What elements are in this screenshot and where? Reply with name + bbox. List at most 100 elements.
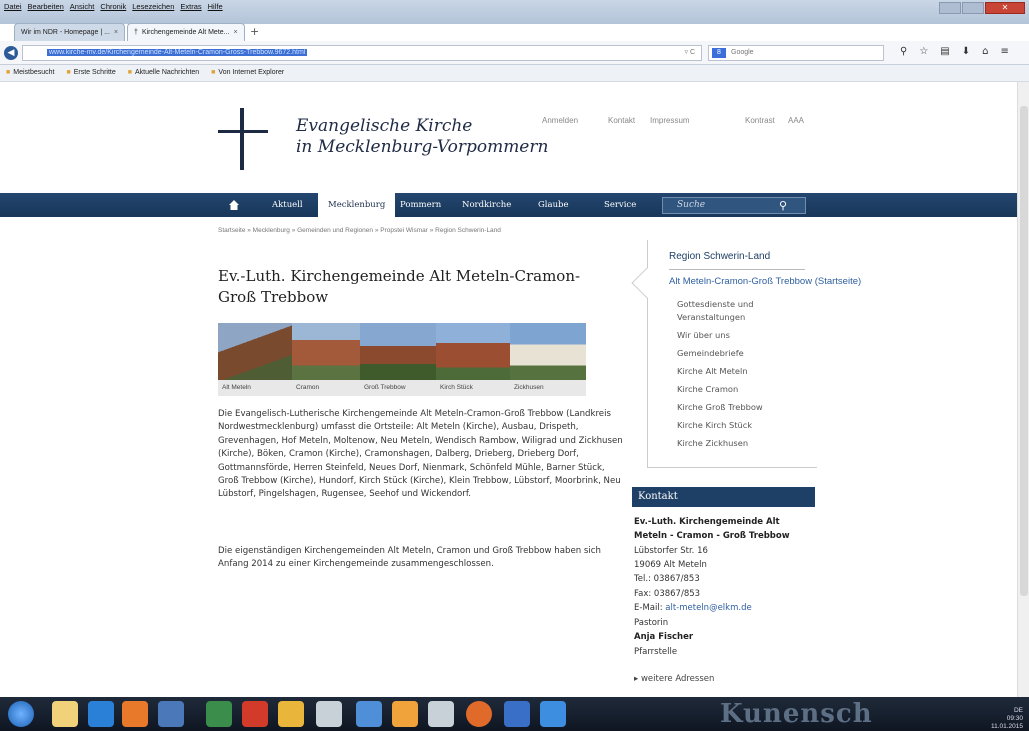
subnav-item-zickhusen[interactable]: Kirche Zickhusen [677, 437, 797, 450]
site-search-input[interactable]: Suche ⚲ [662, 197, 806, 214]
subnav-item-gottesdienste[interactable]: Gottesdienste und Veranstaltungen [677, 298, 797, 324]
subnav-item-cramon[interactable]: Kirche Cramon [677, 383, 797, 396]
email-link[interactable]: alt-meteln@elkm.de [665, 603, 751, 613]
breadcrumb[interactable]: Startseite » Mecklenburg » Gemeinden und… [218, 227, 501, 234]
contact-link[interactable]: Kontakt [608, 116, 635, 125]
desktop-background-text: Kunensch [720, 699, 873, 729]
tab-ndr[interactable]: Wir im NDR - Homepage | ... × [14, 23, 126, 42]
menu-datei[interactable]: Datei [4, 2, 22, 14]
photo-gross-trebbow[interactable]: Groß Trebbow [360, 323, 436, 396]
church-photo [510, 323, 586, 380]
close-button[interactable]: ✕ [985, 2, 1025, 14]
contrast-link[interactable]: Kontrast [745, 116, 775, 125]
subnav-item-gross-trebbow[interactable]: Kirche Groß Trebbow [677, 401, 797, 414]
site-title[interactable]: Evangelische Kirche in Mecklenburg-Vorpo… [296, 116, 548, 158]
photo-kirch-stueck[interactable]: Kirch Stück [436, 323, 510, 396]
app-icon[interactable] [392, 701, 418, 727]
file-explorer-icon[interactable] [52, 701, 78, 727]
nav-nordkirche[interactable]: Nordkirche [462, 193, 511, 217]
tab-kirchengemeinde[interactable]: † Kirchengemeinde Alt Mete... × [127, 23, 245, 41]
intro-paragraph: Die Evangelisch-Lutherische Kirchengemei… [218, 409, 623, 500]
firefox-icon[interactable] [466, 701, 492, 727]
photo-zickhusen[interactable]: Zickhusen [510, 323, 586, 396]
cross-logo-icon[interactable] [218, 108, 268, 170]
app-icon[interactable] [356, 701, 382, 727]
download-icon[interactable]: ⬇ [962, 46, 970, 57]
app-icon[interactable] [278, 701, 304, 727]
search-icon[interactable]: ⚲ [779, 198, 787, 213]
scrollbar-thumb[interactable] [1020, 106, 1028, 596]
page-scrollbar[interactable] [1017, 82, 1029, 697]
internet-explorer-icon[interactable] [540, 701, 566, 727]
navigation-toolbar: ◀ www.kirche-mv.de/Kirchengemeinde-Alt-M… [0, 41, 1029, 65]
system-tray[interactable]: DE 09:30 11.01.2015 [991, 707, 1023, 731]
search-icon[interactable]: ⚲ [900, 46, 907, 57]
menu-ansicht[interactable]: Ansicht [70, 2, 95, 14]
menu-extras[interactable]: Extras [180, 2, 201, 14]
nav-service[interactable]: Service [604, 193, 636, 217]
bookmarks-menu-icon[interactable]: ▤ [940, 46, 949, 57]
photo-alt-meteln[interactable]: Alt Meteln [218, 323, 292, 396]
minimize-button[interactable] [939, 2, 961, 14]
subnav-current-page[interactable]: Alt Meteln-Cramon-Groß Trebbow (Startsei… [669, 276, 861, 287]
subnav-item-alt-meteln[interactable]: Kirche Alt Meteln [677, 365, 797, 378]
menu-bearbeiten[interactable]: Bearbeiten [28, 2, 64, 14]
home-icon[interactable] [228, 199, 240, 211]
bookmark-star-icon[interactable]: ☆ [919, 46, 928, 57]
home-icon[interactable]: ⌂ [982, 46, 988, 57]
bookmark-internet-explorer[interactable]: Von Internet Explorer [211, 65, 284, 81]
start-button[interactable] [8, 701, 34, 727]
login-link[interactable]: Anmelden [542, 116, 578, 125]
app-icon[interactable] [316, 701, 342, 727]
merger-paragraph: Die eigenständigen Kirchengemeinden Alt … [218, 546, 601, 570]
menu-hilfe[interactable]: Hilfe [208, 2, 223, 14]
nav-aktuell[interactable]: Aktuell [272, 193, 303, 217]
app-icon[interactable] [428, 701, 454, 727]
subnav-item-kirch-stueck[interactable]: Kirche Kirch Stück [677, 419, 797, 432]
search-bar[interactable]: 8 Google [708, 45, 884, 61]
church-photo [218, 323, 292, 380]
language-indicator[interactable]: DE [991, 707, 1023, 715]
subnav-item-wir-ueber-uns[interactable]: Wir über uns [677, 329, 797, 342]
menu-icon[interactable]: ≡ [1001, 46, 1009, 57]
menu-chronik[interactable]: Chronik [100, 2, 126, 14]
contact-person: Anja Fischer [634, 632, 694, 642]
reload-icon[interactable]: ▿ C [684, 46, 695, 60]
site-title-line1: Evangelische Kirche [296, 116, 473, 136]
menu-bar: Datei Bearbeiten Ansicht Chronik Lesezei… [0, 2, 223, 14]
photo-cramon[interactable]: Cramon [292, 323, 360, 396]
contact-header: Kontakt [632, 487, 815, 507]
url-bar[interactable]: www.kirche-mv.de/Kirchengemeinde-Alt-Met… [22, 45, 702, 61]
excel-icon[interactable] [206, 701, 232, 727]
nav-mecklenburg[interactable]: Mecklenburg [318, 193, 396, 217]
back-button[interactable]: ◀ [4, 46, 18, 60]
region-title[interactable]: Region Schwerin-Land [669, 251, 770, 262]
menu-lesezeichen[interactable]: Lesezeichen [132, 2, 174, 14]
imprint-link[interactable]: Impressum [650, 116, 690, 125]
bookmark-aktuelle-nachrichten[interactable]: Aktuelle Nachrichten [128, 65, 199, 81]
contact-name-line1: Ev.-Luth. Kirchengemeinde Alt [634, 517, 780, 527]
new-tab-button[interactable]: + [247, 23, 263, 41]
nav-glaube[interactable]: Glaube [538, 193, 569, 217]
contact-email-row: E-Mail: alt-meteln@elkm.de [634, 602, 752, 615]
app-icon[interactable] [504, 701, 530, 727]
search-placeholder: Google [731, 49, 754, 56]
internet-explorer-icon[interactable] [88, 701, 114, 727]
close-tab-icon[interactable]: × [114, 24, 118, 42]
bookmark-erste-schritte[interactable]: Erste Schritte [66, 65, 116, 81]
close-tab-icon[interactable]: × [234, 24, 238, 42]
nav-pommern[interactable]: Pommern [400, 193, 441, 217]
acrobat-icon[interactable] [242, 701, 268, 727]
vlc-icon[interactable] [122, 701, 148, 727]
church-photo [292, 323, 360, 380]
more-addresses-link[interactable]: ▸ weitere Adressen [634, 674, 714, 684]
bookmarks-bar: Meistbesucht Erste Schritte Aktuelle Nac… [0, 65, 1029, 82]
maximize-button[interactable] [962, 2, 984, 14]
bookmark-meistbesucht[interactable]: Meistbesucht [6, 65, 54, 81]
site-search-placeholder: Suche [677, 200, 706, 210]
font-size-link[interactable]: AAA [788, 116, 804, 125]
windows-taskbar: Kunensch DE 09:30 11.01.2015 [0, 697, 1029, 731]
subnav-item-gemeindebriefe[interactable]: Gemeindebriefe [677, 347, 797, 360]
contact-office: Pfarrstelle [634, 647, 678, 657]
app-icon[interactable] [158, 701, 184, 727]
